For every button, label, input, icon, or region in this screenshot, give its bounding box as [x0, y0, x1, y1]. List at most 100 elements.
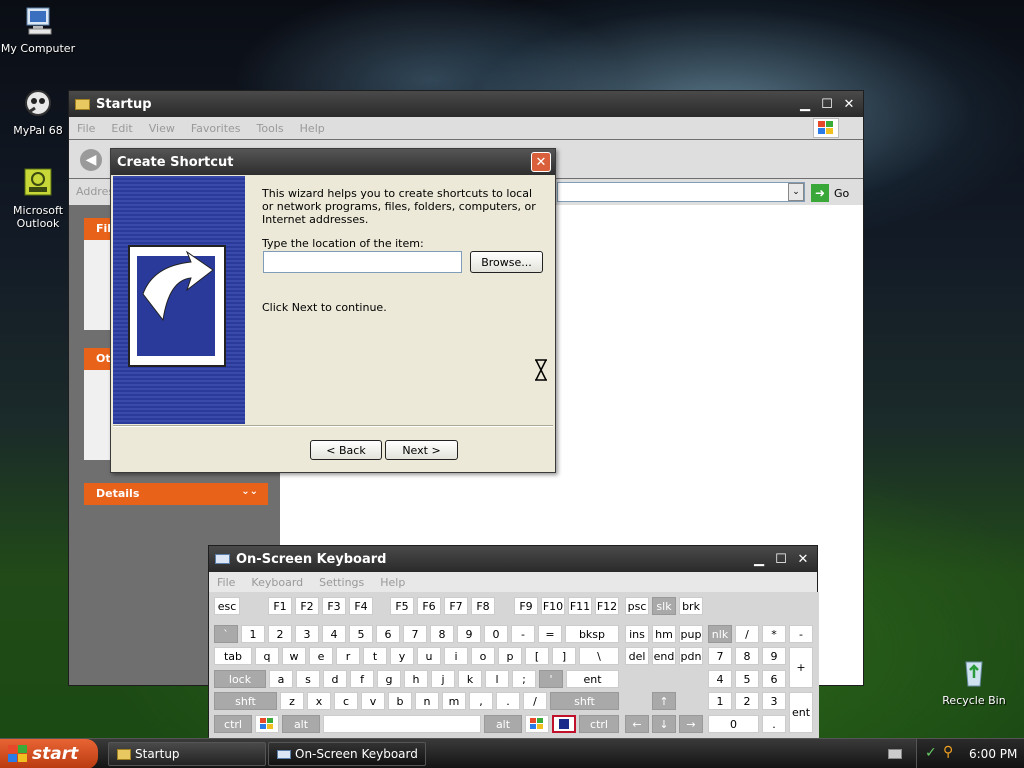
key-f1[interactable]: F1 — [268, 597, 292, 615]
key-9[interactable]: 9 — [457, 625, 481, 643]
key-pageup[interactable]: pup — [679, 625, 703, 643]
key-k[interactable]: k — [458, 670, 482, 688]
key-num-7[interactable]: 7 — [708, 647, 732, 665]
key-1[interactable]: 1 — [241, 625, 265, 643]
key-s[interactable]: s — [296, 670, 320, 688]
network-icon[interactable]: ✓ — [925, 745, 937, 761]
key-l[interactable]: l — [485, 670, 509, 688]
desktop-icon-mypal[interactable]: MyPal 68 — [0, 86, 76, 137]
key-period[interactable]: . — [496, 692, 520, 710]
key-2[interactable]: 2 — [268, 625, 292, 643]
key-f8[interactable]: F8 — [471, 597, 495, 615]
key-r[interactable]: r — [336, 647, 360, 665]
menu-settings[interactable]: Settings — [319, 576, 364, 589]
key-brk[interactable]: brk — [679, 597, 703, 615]
key-num-2[interactable]: 2 — [735, 692, 759, 710]
key-w[interactable]: w — [282, 647, 306, 665]
key-down-arrow[interactable]: ↓ — [652, 715, 676, 733]
key-e[interactable]: e — [309, 647, 333, 665]
key-backtick[interactable]: ` — [214, 625, 238, 643]
key-3[interactable]: 3 — [295, 625, 319, 643]
key-left-ctrl[interactable]: ctrl — [214, 715, 252, 733]
key-f10[interactable]: F10 — [541, 597, 565, 615]
key-num-enter[interactable]: ent — [789, 692, 813, 733]
key-n[interactable]: n — [415, 692, 439, 710]
key-f6[interactable]: F6 — [417, 597, 441, 615]
key-f11[interactable]: F11 — [568, 597, 592, 615]
key-up-arrow[interactable]: ↑ — [652, 692, 676, 710]
key-right-alt[interactable]: alt — [484, 715, 522, 733]
key-num-9[interactable]: 9 — [762, 647, 786, 665]
key-4[interactable]: 4 — [322, 625, 346, 643]
key-num-decimal[interactable]: . — [762, 715, 786, 733]
menu-favorites[interactable]: Favorites — [191, 122, 241, 135]
close-button[interactable]: ✕ — [793, 549, 813, 569]
key-right-arrow[interactable]: → — [679, 715, 703, 733]
task-panel-details[interactable]: Details ⌄⌄ — [84, 483, 268, 505]
key-num-3[interactable]: 3 — [762, 692, 786, 710]
key-numlock[interactable]: nlk — [708, 625, 732, 643]
keyboard-tray-icon[interactable] — [888, 749, 902, 759]
menu-view[interactable]: View — [149, 122, 175, 135]
go-button[interactable]: ➜ Go — [811, 183, 849, 203]
key-d[interactable]: d — [323, 670, 347, 688]
key-j[interactable]: j — [431, 670, 455, 688]
explorer-titlebar[interactable]: Startup ▁ ☐ ✕ — [69, 91, 863, 117]
key-spacebar[interactable] — [323, 715, 481, 733]
key-apostrophe[interactable]: ' — [539, 670, 563, 688]
key-left-shift[interactable]: shft — [214, 692, 277, 710]
browse-button[interactable]: Browse... — [470, 251, 543, 273]
key-c[interactable]: c — [334, 692, 358, 710]
key-insert[interactable]: ins — [625, 625, 649, 643]
key-left-arrow[interactable]: ← — [625, 715, 649, 733]
back-button[interactable]: < Back — [310, 440, 382, 460]
osk-titlebar[interactable]: On-Screen Keyboard ▁ ☐ ✕ — [209, 546, 817, 572]
key-i[interactable]: i — [444, 647, 468, 665]
key-comma[interactable]: , — [469, 692, 493, 710]
key-f2[interactable]: F2 — [295, 597, 319, 615]
key-x[interactable]: x — [307, 692, 331, 710]
key-f3[interactable]: F3 — [322, 597, 346, 615]
key-delete[interactable]: del — [625, 647, 649, 665]
key-tab[interactable]: tab — [214, 647, 252, 665]
key-psc[interactable]: psc — [625, 597, 649, 615]
key-v[interactable]: v — [361, 692, 385, 710]
key-0[interactable]: 0 — [484, 625, 508, 643]
key-enter[interactable]: ent — [566, 670, 619, 688]
key-left-bracket[interactable]: [ — [525, 647, 549, 665]
key-backspace[interactable]: bksp — [565, 625, 619, 643]
key-z[interactable]: z — [280, 692, 304, 710]
key-5[interactable]: 5 — [349, 625, 373, 643]
key-backslash[interactable]: \ — [579, 647, 619, 665]
desktop-icon-my-computer[interactable]: My Computer — [0, 4, 76, 55]
back-arrow-icon[interactable]: ◀ — [80, 149, 102, 171]
key-left-alt[interactable]: alt — [282, 715, 320, 733]
key-y[interactable]: y — [390, 647, 414, 665]
menu-file[interactable]: File — [217, 576, 235, 589]
minimize-button[interactable]: ▁ — [795, 94, 815, 114]
key-right-shift[interactable]: shft — [550, 692, 619, 710]
menu-file[interactable]: File — [77, 122, 95, 135]
key-end[interactable]: end — [652, 647, 676, 665]
key-application[interactable] — [552, 715, 576, 733]
key-q[interactable]: q — [255, 647, 279, 665]
address-input[interactable] — [557, 182, 805, 202]
menu-edit[interactable]: Edit — [111, 122, 132, 135]
key-minus[interactable]: - — [511, 625, 535, 643]
dialog-titlebar[interactable]: Create Shortcut ✕ — [111, 149, 555, 175]
key-equals[interactable]: = — [538, 625, 562, 643]
key-home[interactable]: hm — [652, 625, 676, 643]
key-6[interactable]: 6 — [376, 625, 400, 643]
key-a[interactable]: a — [269, 670, 293, 688]
start-button[interactable]: start — [0, 739, 98, 768]
key-m[interactable]: m — [442, 692, 466, 710]
key-num-1[interactable]: 1 — [708, 692, 732, 710]
desktop-icon-outlook[interactable]: Microsoft Outlook — [0, 166, 76, 230]
key-f5[interactable]: F5 — [390, 597, 414, 615]
key-h[interactable]: h — [404, 670, 428, 688]
next-button[interactable]: Next > — [385, 440, 458, 460]
key-o[interactable]: o — [471, 647, 495, 665]
key-g[interactable]: g — [377, 670, 401, 688]
menu-keyboard[interactable]: Keyboard — [251, 576, 303, 589]
key-f9[interactable]: F9 — [514, 597, 538, 615]
